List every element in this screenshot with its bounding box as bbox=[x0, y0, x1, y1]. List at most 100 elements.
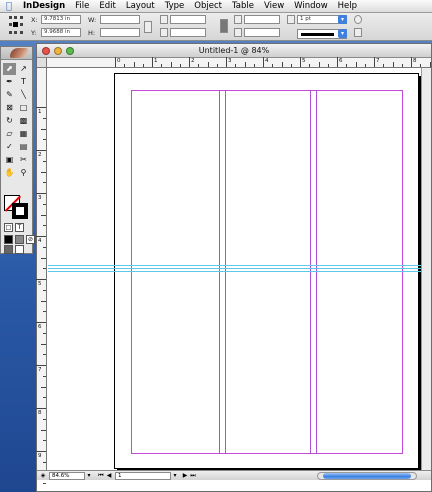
free-transform-tool-icon[interactable]: ▦ bbox=[17, 128, 30, 140]
ref-point[interactable] bbox=[9, 30, 12, 34]
zoom-tool-icon[interactable]: ⚲ bbox=[17, 167, 30, 179]
ref-point[interactable] bbox=[13, 22, 19, 28]
ruler-minor-tick bbox=[309, 64, 311, 67]
ruler-guide[interactable] bbox=[48, 271, 431, 272]
tools-palette: ⬈ ↗ ✒ T ✎ ╲ ⊠ □ ↻ ▩ ▱ ▦ ✓ ▤ ▣ ✂ ✋ ⚲ □ T … bbox=[0, 46, 35, 254]
selection-tool-icon[interactable]: ⬈ bbox=[3, 63, 16, 75]
apply-none-icon[interactable]: ⊘ bbox=[26, 235, 35, 244]
menu-object[interactable]: Object bbox=[189, 1, 227, 11]
ruler-guide[interactable] bbox=[48, 268, 431, 269]
menu-layout[interactable]: Layout bbox=[121, 1, 160, 11]
page-dropdown-icon[interactable]: ▾ bbox=[171, 472, 179, 480]
normal-view-icon[interactable] bbox=[4, 245, 13, 254]
ruler-tick bbox=[36, 107, 46, 108]
ref-point[interactable] bbox=[19, 30, 23, 34]
ruler-guide[interactable] bbox=[48, 265, 431, 266]
menu-table[interactable]: Table bbox=[227, 1, 259, 11]
page-number-field[interactable]: 1 bbox=[115, 472, 171, 480]
ref-point[interactable] bbox=[14, 16, 18, 19]
scale-tool-icon[interactable]: ▩ bbox=[17, 115, 30, 127]
ruler-origin[interactable] bbox=[37, 58, 47, 68]
document-title-bar[interactable]: Untitled-1 @ 84% bbox=[37, 44, 431, 58]
ruler-minor-tick bbox=[318, 62, 320, 67]
flip-horizontal-icon[interactable] bbox=[287, 15, 295, 24]
ruler-tick bbox=[411, 57, 412, 67]
stroke-type-dropdown-icon[interactable]: ▾ bbox=[338, 29, 347, 38]
menu-type[interactable]: Type bbox=[160, 1, 190, 11]
height-field[interactable] bbox=[100, 28, 140, 37]
reference-point-grid[interactable] bbox=[9, 16, 23, 36]
previous-page-icon[interactable]: ◀ bbox=[105, 472, 113, 480]
menu-file[interactable]: File bbox=[70, 1, 94, 11]
ruler-minor-tick bbox=[355, 62, 357, 67]
last-page-icon[interactable]: ⏭ bbox=[189, 472, 197, 480]
type-tool-icon[interactable]: T bbox=[17, 76, 30, 88]
lock-scale-icon[interactable] bbox=[220, 19, 228, 33]
ruler-minor-tick bbox=[235, 64, 237, 67]
direct-selection-tool-icon[interactable]: ↗ bbox=[17, 63, 30, 75]
ref-point[interactable] bbox=[19, 16, 23, 19]
ruler-minor-tick bbox=[43, 461, 46, 463]
shear-angle-field[interactable] bbox=[244, 28, 280, 37]
eyedropper-tool-icon[interactable]: ✓ bbox=[3, 141, 16, 153]
tools-title-bar[interactable] bbox=[1, 47, 32, 60]
menu-help[interactable]: Help bbox=[333, 1, 362, 11]
formatting-text-icon[interactable]: T bbox=[15, 223, 24, 232]
ref-point[interactable] bbox=[14, 30, 18, 34]
pen-tool-icon[interactable]: ✒ bbox=[3, 76, 16, 88]
ruler-number: 8 bbox=[38, 410, 42, 416]
horizontal-scroll-thumb[interactable] bbox=[323, 473, 411, 479]
button-tool-icon[interactable]: ▣ bbox=[3, 154, 16, 166]
horizontal-scrollbar[interactable] bbox=[317, 472, 417, 480]
view-toggle-icon[interactable]: ◈ bbox=[39, 472, 47, 480]
scale-y-field[interactable] bbox=[170, 28, 206, 37]
formatting-container-icon[interactable]: □ bbox=[4, 223, 13, 232]
fill-stroke-swatch[interactable] bbox=[4, 195, 30, 221]
preview-view-icon[interactable] bbox=[15, 245, 24, 254]
ref-point[interactable] bbox=[9, 23, 12, 27]
vertical-scrollbar[interactable] bbox=[421, 68, 431, 470]
apply-color-icon[interactable] bbox=[4, 235, 13, 244]
apply-gradient-icon[interactable] bbox=[15, 235, 24, 244]
ruler-minor-tick bbox=[43, 139, 46, 141]
horizontal-ruler[interactable]: 0 1 2 3 4 5 6 7 8 bbox=[47, 57, 431, 68]
ruler-minor-tick bbox=[170, 62, 172, 67]
rotation-angle-field[interactable] bbox=[244, 15, 280, 24]
palette-menu-icon[interactable] bbox=[354, 15, 362, 24]
hand-tool-icon[interactable]: ✋ bbox=[3, 167, 16, 179]
width-field[interactable] bbox=[100, 15, 140, 24]
x-position-field[interactable]: 9.7813 in bbox=[41, 15, 81, 24]
pencil-tool-icon[interactable]: ✎ bbox=[3, 89, 16, 101]
gradient-tool-icon[interactable]: ▤ bbox=[17, 141, 30, 153]
vertical-ruler[interactable]: 1 2 3 4 5 6 7 8 9 bbox=[36, 68, 47, 485]
rectangle-tool-icon[interactable]: □ bbox=[17, 102, 30, 114]
ruler-number: 9 bbox=[38, 453, 42, 459]
first-page-icon[interactable]: ⏮ bbox=[97, 472, 105, 480]
stroke-weight-dropdown-icon[interactable]: ▾ bbox=[338, 15, 347, 24]
menu-window[interactable]: Window bbox=[289, 1, 333, 11]
pasteboard[interactable] bbox=[48, 69, 431, 478]
menu-edit[interactable]: Edit bbox=[94, 1, 120, 11]
ref-point[interactable] bbox=[19, 23, 23, 27]
menu-view[interactable]: View bbox=[259, 1, 289, 11]
rectangle-frame-tool-icon[interactable]: ⊠ bbox=[3, 102, 16, 114]
apple-menu-icon[interactable]:  bbox=[0, 1, 18, 12]
view-mode-row bbox=[4, 245, 24, 254]
duplicate-icon[interactable] bbox=[354, 28, 362, 37]
constrain-proportions-icon[interactable] bbox=[144, 21, 152, 33]
apply-row: ⊘ bbox=[4, 235, 35, 244]
ruler-tick bbox=[36, 193, 46, 194]
shear-tool-icon[interactable]: ▱ bbox=[3, 128, 16, 140]
zoom-level-field[interactable]: 84.6% bbox=[49, 472, 85, 480]
ref-point[interactable] bbox=[9, 16, 12, 19]
scale-x-field[interactable] bbox=[170, 15, 206, 24]
zoom-dropdown-icon[interactable]: ▾ bbox=[85, 472, 93, 480]
line-tool-icon[interactable]: ╲ bbox=[17, 89, 30, 101]
menu-bar:  InDesign File Edit Layout Type Object … bbox=[0, 0, 432, 13]
rotate-tool-icon[interactable]: ↻ bbox=[3, 115, 16, 127]
scissors-tool-icon[interactable]: ✂ bbox=[17, 154, 30, 166]
next-page-icon[interactable]: ▶ bbox=[181, 472, 189, 480]
menu-app-indesign[interactable]: InDesign bbox=[18, 1, 70, 11]
y-position-field[interactable]: 9.9688 in bbox=[41, 28, 81, 37]
stroke-swatch-icon[interactable] bbox=[12, 203, 28, 219]
